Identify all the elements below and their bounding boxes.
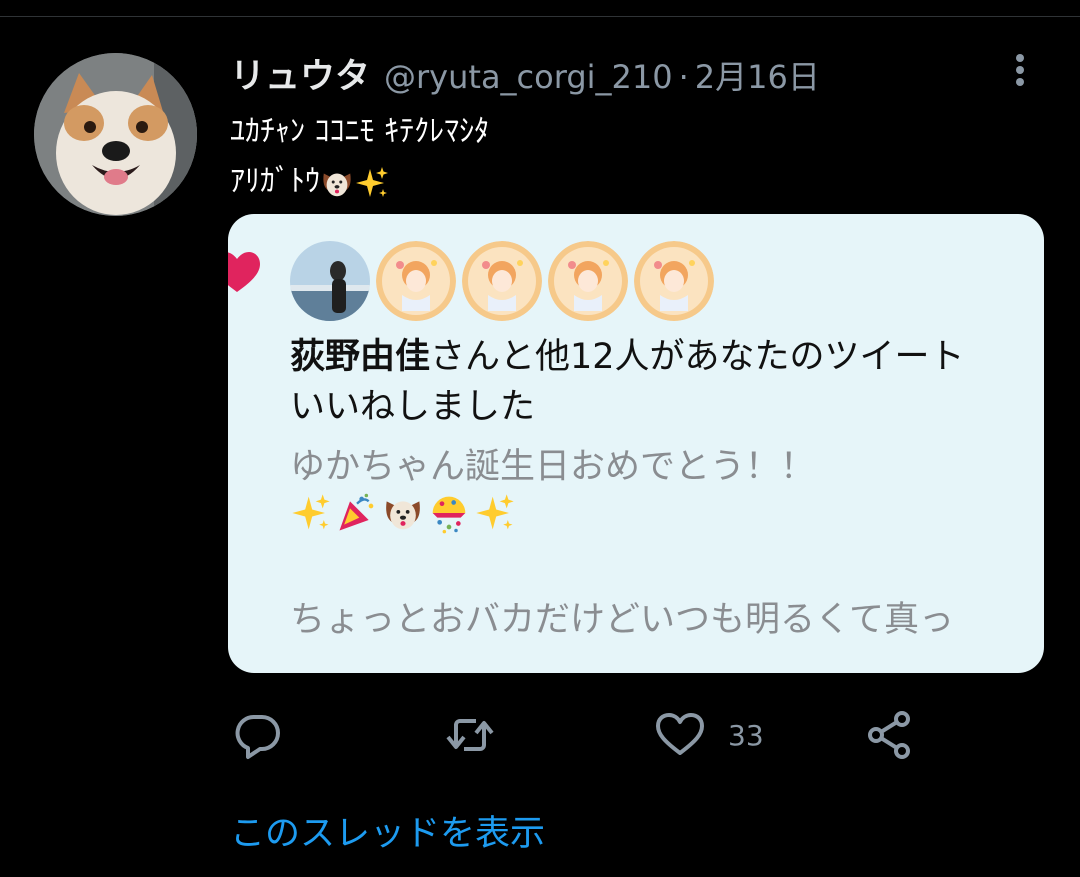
heart-notification-icon xyxy=(228,252,260,292)
separator: · xyxy=(678,58,689,96)
emoji-row xyxy=(290,492,516,534)
confetti-ball-emoji xyxy=(432,496,466,534)
tweet-text-line2: ｱﾘｶﾞﾄｳ xyxy=(230,156,390,201)
like-count: 33 xyxy=(728,718,764,752)
liker-avatar[interactable] xyxy=(290,241,370,321)
liker-avatar[interactable] xyxy=(462,241,542,321)
liker-name: 荻野由佳 xyxy=(290,337,431,377)
tweet-text-line1: ﾕｶﾁｬﾝ ｺｺﾆﾓ ｷﾃｸﾚﾏｼﾀ xyxy=(230,114,490,149)
like-message: さんと他12人があなたのツイート xyxy=(430,337,965,377)
more-vertical-icon[interactable] xyxy=(1006,50,1034,90)
liker-avatars xyxy=(290,241,714,321)
sparkles-emoji xyxy=(292,494,330,530)
display-name[interactable]: リュウタ xyxy=(230,48,370,99)
quoted-tweet-line2: ちょっとおバカだけどいつも明るくて真っ xyxy=(290,600,954,640)
sparkles-emoji xyxy=(476,494,514,530)
user-handle[interactable]: @ryuta_corgi_210 xyxy=(384,58,673,96)
tweet-date[interactable]: 2月16日 xyxy=(695,52,820,98)
like-button[interactable]: 33 xyxy=(654,700,764,770)
embedded-image-card[interactable]: 荻野由佳さんと他12人があなたのツイート いいねしました ゆかちゃん誕生日おめで… xyxy=(228,214,1044,673)
share-button[interactable] xyxy=(864,700,916,770)
action-bar: 33 xyxy=(0,700,1080,770)
author-avatar[interactable] xyxy=(34,53,197,216)
liker-avatar[interactable] xyxy=(634,241,714,321)
like-message-line2: いいねしました xyxy=(290,387,536,427)
quoted-tweet-line1: ゆかちゃん誕生日おめでとう！！ xyxy=(290,447,816,487)
liker-avatar[interactable] xyxy=(376,241,456,321)
tweet-text-line2-words: ｱﾘｶﾞﾄｳ xyxy=(230,164,320,199)
reply-icon xyxy=(235,714,280,759)
like-notification-text: 荻野由佳さんと他12人があなたのツイート いいねしました xyxy=(290,332,1044,432)
party-popper-emoji xyxy=(339,493,374,531)
dog-face-emoji xyxy=(386,501,420,530)
reply-button[interactable] xyxy=(232,700,284,770)
retweet-button[interactable] xyxy=(444,700,496,770)
sparkles-emoji xyxy=(356,166,388,197)
heart-icon xyxy=(656,713,704,755)
show-thread-link[interactable]: このスレッドを表示 xyxy=(230,805,545,856)
liker-avatar[interactable] xyxy=(548,241,628,321)
tweet-header: リュウタ @ryuta_corgi_210 · 2月16日 xyxy=(230,48,820,98)
share-icon xyxy=(868,711,910,759)
top-divider xyxy=(0,16,1080,17)
retweet-icon xyxy=(446,719,494,751)
dog-face-emoji xyxy=(323,173,351,196)
